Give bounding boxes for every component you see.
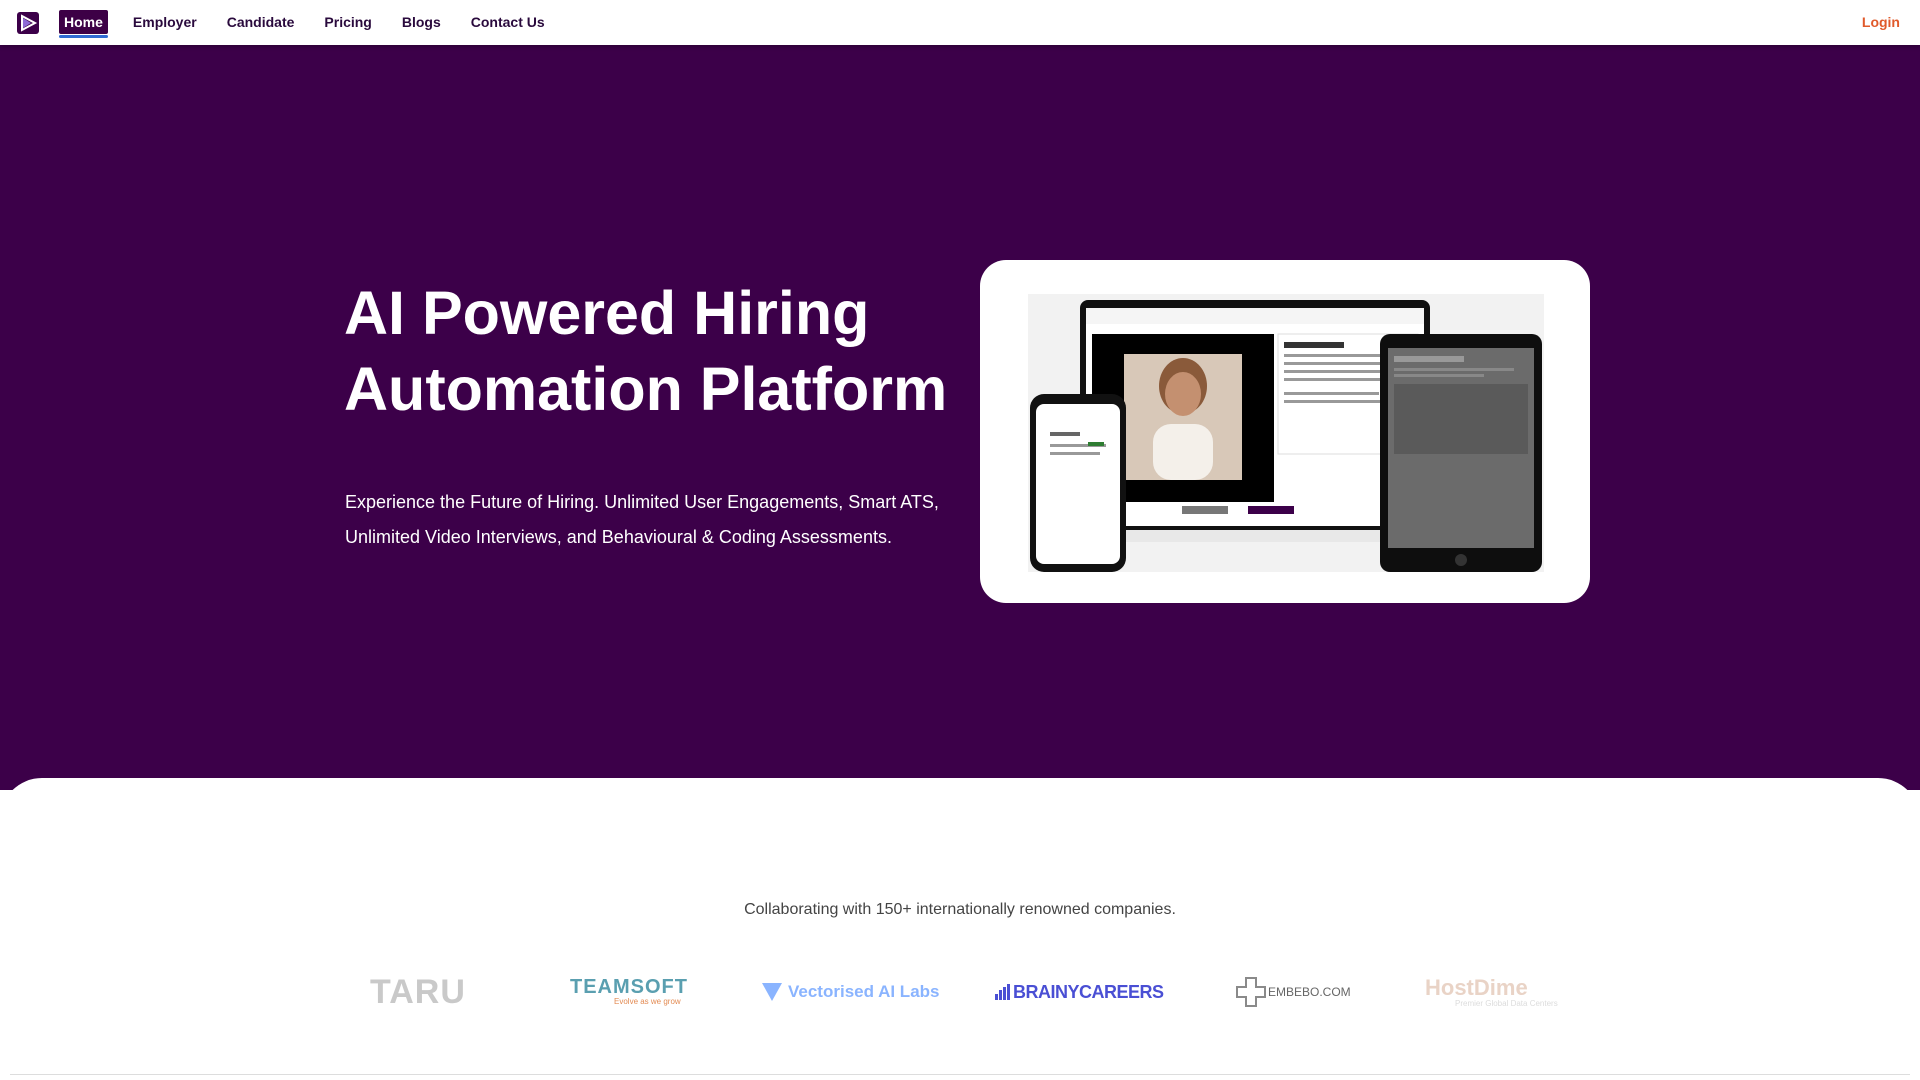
partner-logos-row: TARU TEAMSOFT Evolve as we grow Vectoris… bbox=[370, 970, 1600, 1014]
nav-home[interactable]: Home bbox=[59, 10, 108, 38]
partner-logo-brainycareers: BRAINYCAREERS bbox=[995, 970, 1164, 1014]
partner-logo-hostdime: HostDime Premier Global Data Centers bbox=[1425, 970, 1558, 1014]
partner-logo-hostdime-text: HostDime bbox=[1425, 974, 1528, 1000]
vectorised-logo-icon bbox=[762, 983, 782, 1001]
nav-employer[interactable]: Employer bbox=[128, 10, 202, 34]
hero-title: AI Powered Hiring Automation Platform bbox=[344, 275, 984, 427]
partner-logo-embebo: EMBEBO.COM bbox=[1236, 970, 1351, 1014]
partner-logo-vectorised: Vectorised AI Labs bbox=[762, 970, 939, 1014]
device-mockup-illustration bbox=[1028, 294, 1544, 572]
partner-logo-teamsoft: TEAMSOFT Evolve as we grow bbox=[570, 970, 688, 1014]
login-link[interactable]: Login bbox=[1862, 14, 1900, 30]
top-navbar: Home Employer Candidate Pricing Blogs Co… bbox=[0, 0, 1920, 45]
nav-pricing[interactable]: Pricing bbox=[319, 10, 376, 34]
hero-subtitle: Experience the Future of Hiring. Unlimit… bbox=[345, 492, 939, 547]
partner-logo-embebo-text: EMBEBO.COM bbox=[1268, 985, 1351, 999]
hero-section: AI Powered Hiring Automation Platform Ex… bbox=[0, 45, 1920, 790]
hero-title-line-1: AI Powered Hiring bbox=[344, 279, 870, 347]
hero-device-mockup-card bbox=[980, 260, 1590, 603]
partner-logo-hostdime-tagline: Premier Global Data Centers bbox=[1455, 998, 1558, 1008]
partner-logo-brainycareers-text: BRAINYCAREERS bbox=[1013, 981, 1164, 1002]
brainycareers-logo-icon bbox=[995, 984, 1010, 1000]
partner-logo-taru: TARU bbox=[370, 970, 466, 1014]
partner-logo-vectorised-text: Vectorised AI Labs bbox=[788, 982, 940, 1001]
nav-blogs[interactable]: Blogs bbox=[397, 10, 446, 34]
hero-title-line-2: Automation Platform bbox=[344, 355, 948, 423]
partners-heading: Collaborating with 150+ internationally … bbox=[744, 901, 1176, 918]
partner-logo-taru-text: TARU bbox=[370, 972, 466, 1011]
section-divider bbox=[10, 1074, 1910, 1075]
partners-section: Collaborating with 150+ internationally … bbox=[0, 778, 1920, 1080]
partner-logo-teamsoft-tagline: Evolve as we grow bbox=[614, 997, 681, 1006]
embebo-logo-icon bbox=[1236, 977, 1266, 1007]
partner-logo-teamsoft-text: TEAMSOFT bbox=[570, 976, 688, 998]
brand-logo-icon[interactable] bbox=[17, 12, 39, 34]
main-nav: Home Employer Candidate Pricing Blogs Co… bbox=[59, 10, 570, 38]
nav-contact-us[interactable]: Contact Us bbox=[466, 10, 550, 34]
nav-candidate[interactable]: Candidate bbox=[222, 10, 300, 34]
